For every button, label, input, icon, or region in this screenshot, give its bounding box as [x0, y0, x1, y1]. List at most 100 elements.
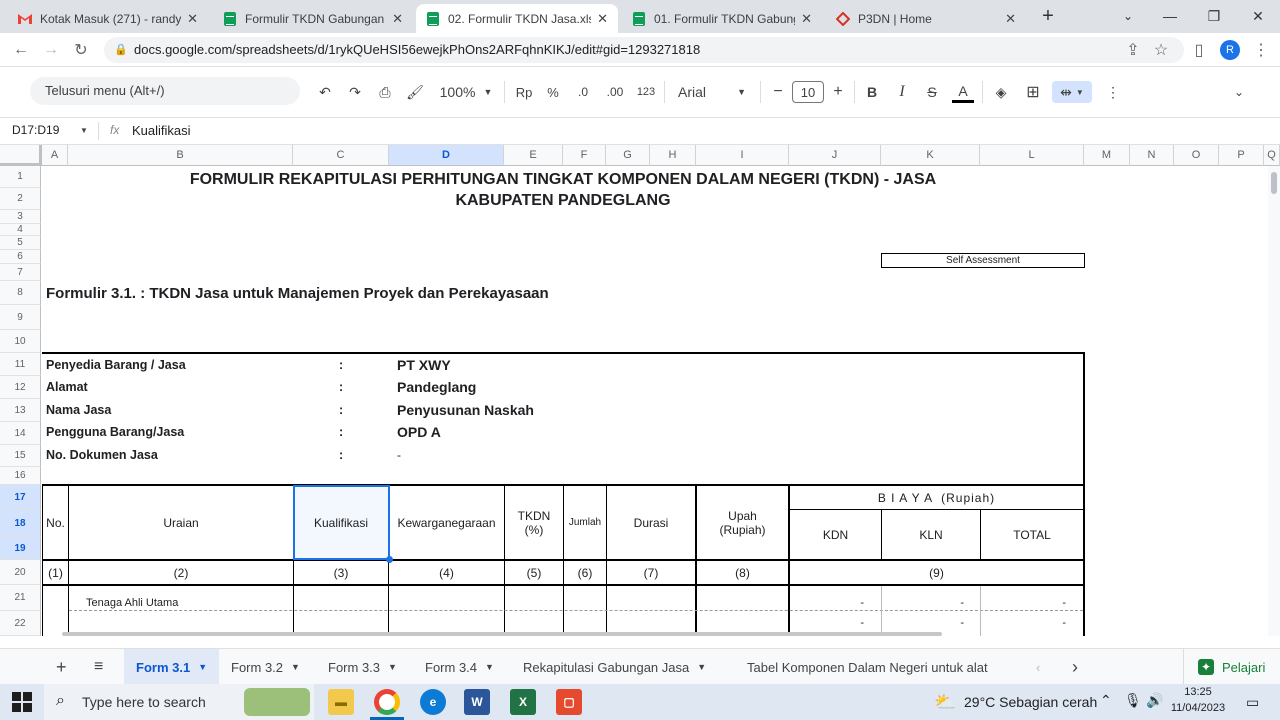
row-header[interactable]: 4: [0, 224, 41, 236]
row-header[interactable]: 8: [0, 281, 41, 305]
row-header[interactable]: 6: [0, 250, 41, 264]
column-header[interactable]: K: [881, 145, 980, 166]
new-tab-icon[interactable]: +: [1026, 0, 1070, 32]
back-icon[interactable]: ←: [8, 38, 34, 62]
column-header[interactable]: N: [1130, 145, 1174, 166]
row-header[interactable]: 17: [0, 485, 41, 510]
merge-cells-icon[interactable]: ⇹ ▼: [1052, 81, 1092, 103]
kdn-cell[interactable]: -: [820, 594, 864, 612]
microphone-icon[interactable]: 🎙: [1124, 692, 1142, 709]
notifications-icon[interactable]: ▭: [1246, 694, 1259, 711]
row-header[interactable]: 7: [0, 264, 41, 281]
text-color-icon[interactable]: A: [952, 81, 974, 103]
speaker-icon[interactable]: 🔊: [1146, 692, 1163, 709]
number-format-button[interactable]: 123: [634, 81, 658, 103]
kln-cell[interactable]: -: [920, 594, 964, 612]
sheet-tab-form-3-4[interactable]: Form 3.4 ▼: [413, 649, 506, 685]
column-header[interactable]: C: [293, 145, 389, 166]
sheet-tab-form-3-2[interactable]: Form 3.2 ▼: [219, 649, 312, 685]
column-header[interactable]: P: [1219, 145, 1264, 166]
row-header[interactable]: 11: [0, 353, 41, 376]
row-header[interactable]: 13: [0, 399, 41, 422]
column-header[interactable]: B: [68, 145, 293, 166]
sheet-tab-form-3-1[interactable]: Form 3.1 ▼: [124, 649, 220, 685]
fill-color-icon[interactable]: ◈: [990, 81, 1012, 103]
chrome-icon[interactable]: [374, 689, 400, 715]
taskbar-search-box[interactable]: ⌕ Type here to search: [44, 684, 314, 720]
scroll-tabs-right-icon[interactable]: ›: [1060, 649, 1090, 685]
column-header[interactable]: E: [504, 145, 563, 166]
font-size-input[interactable]: 10: [792, 81, 824, 103]
currency-format-button[interactable]: Rp: [512, 81, 536, 103]
close-tab-icon[interactable]: ✕: [392, 11, 403, 27]
total-cell[interactable]: -: [1022, 614, 1066, 632]
print-icon[interactable]: ⎙: [374, 81, 396, 103]
browser-tab-active[interactable]: 02. Formulir TKDN Jasa.xlsx - ✕: [416, 4, 618, 33]
sheet-tab-form-3-3[interactable]: Form 3.3 ▼: [316, 649, 409, 685]
horizontal-scrollbar[interactable]: [42, 631, 1268, 636]
increase-font-size-icon[interactable]: +: [828, 81, 848, 103]
column-header[interactable]: H: [650, 145, 696, 166]
row-header[interactable]: 16: [0, 467, 41, 485]
column-header[interactable]: I: [696, 145, 789, 166]
name-box[interactable]: D17:D19: [12, 123, 59, 137]
tray-chevron-icon[interactable]: ⌃: [1100, 692, 1112, 709]
close-window-icon[interactable]: ✕: [1236, 0, 1280, 32]
word-icon[interactable]: W: [464, 689, 490, 715]
edge-icon[interactable]: e: [420, 689, 446, 715]
kdn-cell[interactable]: -: [820, 614, 864, 632]
browser-tab-gmail[interactable]: Kotak Masuk (271) - randysy ✕: [8, 4, 208, 33]
excel-icon[interactable]: X: [510, 689, 536, 715]
column-header[interactable]: L: [980, 145, 1084, 166]
add-sheet-icon[interactable]: +: [44, 649, 79, 685]
row-header[interactable]: 12: [0, 376, 41, 399]
chevron-down-icon[interactable]: ▼: [80, 126, 88, 135]
decrease-decimal-button[interactable]: .0: [572, 81, 594, 103]
reload-icon[interactable]: ↻: [68, 38, 94, 62]
font-select[interactable]: Arial ▼: [672, 81, 752, 103]
row-header[interactable]: 22: [0, 611, 41, 636]
more-options-icon[interactable]: ⋮: [1102, 81, 1124, 103]
paint-format-icon[interactable]: 🖌: [404, 81, 426, 103]
row-header[interactable]: 2: [0, 188, 41, 210]
clock-date[interactable]: 11/04/2023: [1166, 702, 1230, 714]
italic-icon[interactable]: I: [892, 81, 912, 103]
tab-search-icon[interactable]: ⌄: [1106, 0, 1150, 32]
sheet-tab-tabel-komponen[interactable]: Tabel Komponen Dalam Negeri untuk alat: [735, 649, 1021, 685]
close-tab-icon[interactable]: ✕: [1005, 11, 1016, 27]
clock-time[interactable]: 13:25: [1168, 686, 1228, 698]
weather-icon[interactable]: ⛅: [934, 692, 956, 713]
url-field[interactable]: 🔒 docs.google.com/spreadsheets/d/1rykQUe…: [104, 37, 1184, 63]
decrease-font-size-icon[interactable]: −: [768, 81, 788, 103]
strikethrough-icon[interactable]: S: [922, 81, 942, 103]
vertical-scrollbar[interactable]: [1268, 166, 1280, 636]
browser-tab-sheets-2[interactable]: Formulir TKDN Gabungan Ba ✕: [213, 4, 413, 33]
browser-menu-icon[interactable]: ⋮: [1248, 38, 1274, 62]
side-panel-icon[interactable]: ▯: [1186, 38, 1212, 62]
row-header[interactable]: 3: [0, 210, 41, 224]
column-header[interactable]: F: [563, 145, 606, 166]
bookmark-star-icon[interactable]: ☆: [1148, 38, 1174, 62]
collapse-toolbar-icon[interactable]: ⌄: [1228, 81, 1250, 103]
row-header[interactable]: 20: [0, 560, 41, 585]
select-all-corner[interactable]: [0, 145, 42, 166]
kln-cell[interactable]: -: [920, 614, 964, 632]
close-tab-icon[interactable]: ✕: [597, 11, 608, 27]
scroll-tabs-left-icon[interactable]: ‹: [1024, 649, 1052, 685]
bold-icon[interactable]: B: [862, 81, 882, 103]
row-header[interactable]: 5: [0, 236, 41, 250]
percent-format-button[interactable]: %: [542, 81, 564, 103]
spreadsheet-grid[interactable]: ABCDEFGHIJKLMNOPQ 1 2 3 4 5 6 7 8 9 10 11 12 13 14 15 1…: [0, 145, 1280, 636]
increase-decimal-button[interactable]: .00: [602, 81, 628, 103]
row-header[interactable]: 21: [0, 585, 41, 611]
close-tab-icon[interactable]: ✕: [187, 11, 198, 27]
row-header[interactable]: 10: [0, 330, 41, 353]
explore-button[interactable]: ✦ Pelajari: [1186, 649, 1277, 685]
row-header[interactable]: 19: [0, 537, 41, 560]
column-header[interactable]: J: [789, 145, 881, 166]
total-cell[interactable]: -: [1022, 594, 1066, 612]
sheet-tab-rekapitulasi[interactable]: Rekapitulasi Gabungan Jasa ▼: [511, 649, 718, 685]
row-header[interactable]: 15: [0, 445, 41, 467]
redo-icon[interactable]: ↷: [344, 81, 366, 103]
formula-input[interactable]: Kualifikasi: [132, 123, 191, 138]
